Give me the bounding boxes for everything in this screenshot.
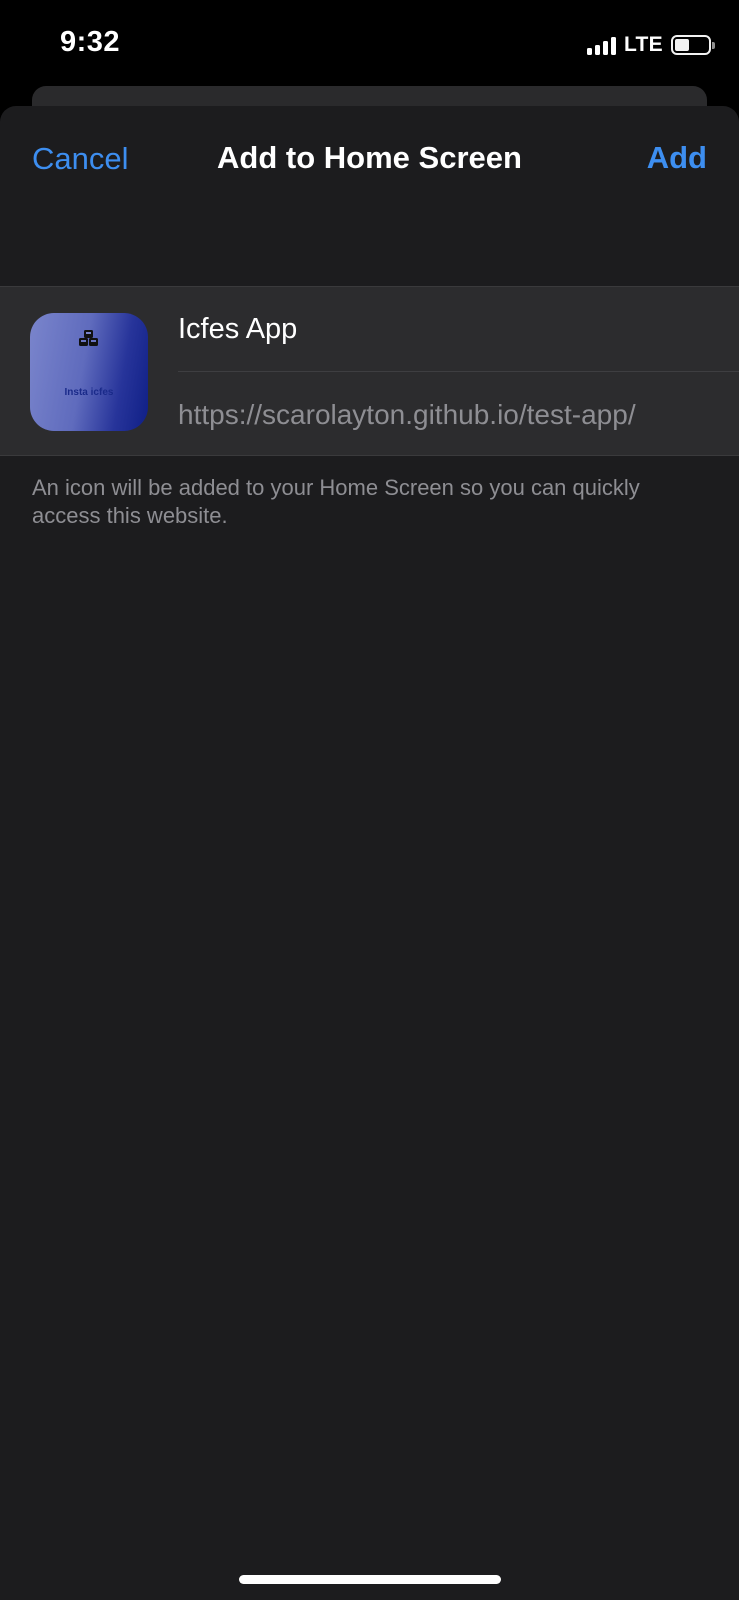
add-to-home-sheet: Cancel Add to Home Screen Add Insta icfe… (0, 106, 739, 1600)
app-name-field[interactable]: Icfes App (178, 287, 739, 372)
network-type: LTE (623, 33, 663, 56)
app-icon-preview: Insta icfes (30, 313, 148, 431)
shortcut-form: Insta icfes Icfes App https://scarolayto… (0, 286, 739, 456)
footnote-text: An icon will be added to your Home Scree… (32, 475, 640, 528)
home-indicator (239, 1575, 501, 1584)
cellular-signal-icon (586, 35, 616, 55)
url-value: https://scarolayton.github.io/test-app/ (178, 398, 636, 430)
navigation-bar: Cancel Add to Home Screen Add (0, 106, 739, 216)
cubes-icon (79, 330, 98, 346)
screen: 9:32 LTE Cancel Add to Home Screen Add I… (0, 0, 739, 1600)
url-field: https://scarolayton.github.io/test-app/ (178, 372, 739, 457)
battery-icon (671, 35, 715, 55)
status-time: 9:32 (60, 26, 121, 58)
sheet-title: Add to Home Screen (217, 140, 522, 175)
add-button[interactable]: Add (647, 140, 707, 176)
app-icon-label: Insta icfes (64, 387, 114, 398)
app-name-value: Icfes App (178, 312, 298, 345)
status-indicators: LTE (586, 33, 715, 56)
status-bar: 9:32 LTE (0, 0, 739, 90)
